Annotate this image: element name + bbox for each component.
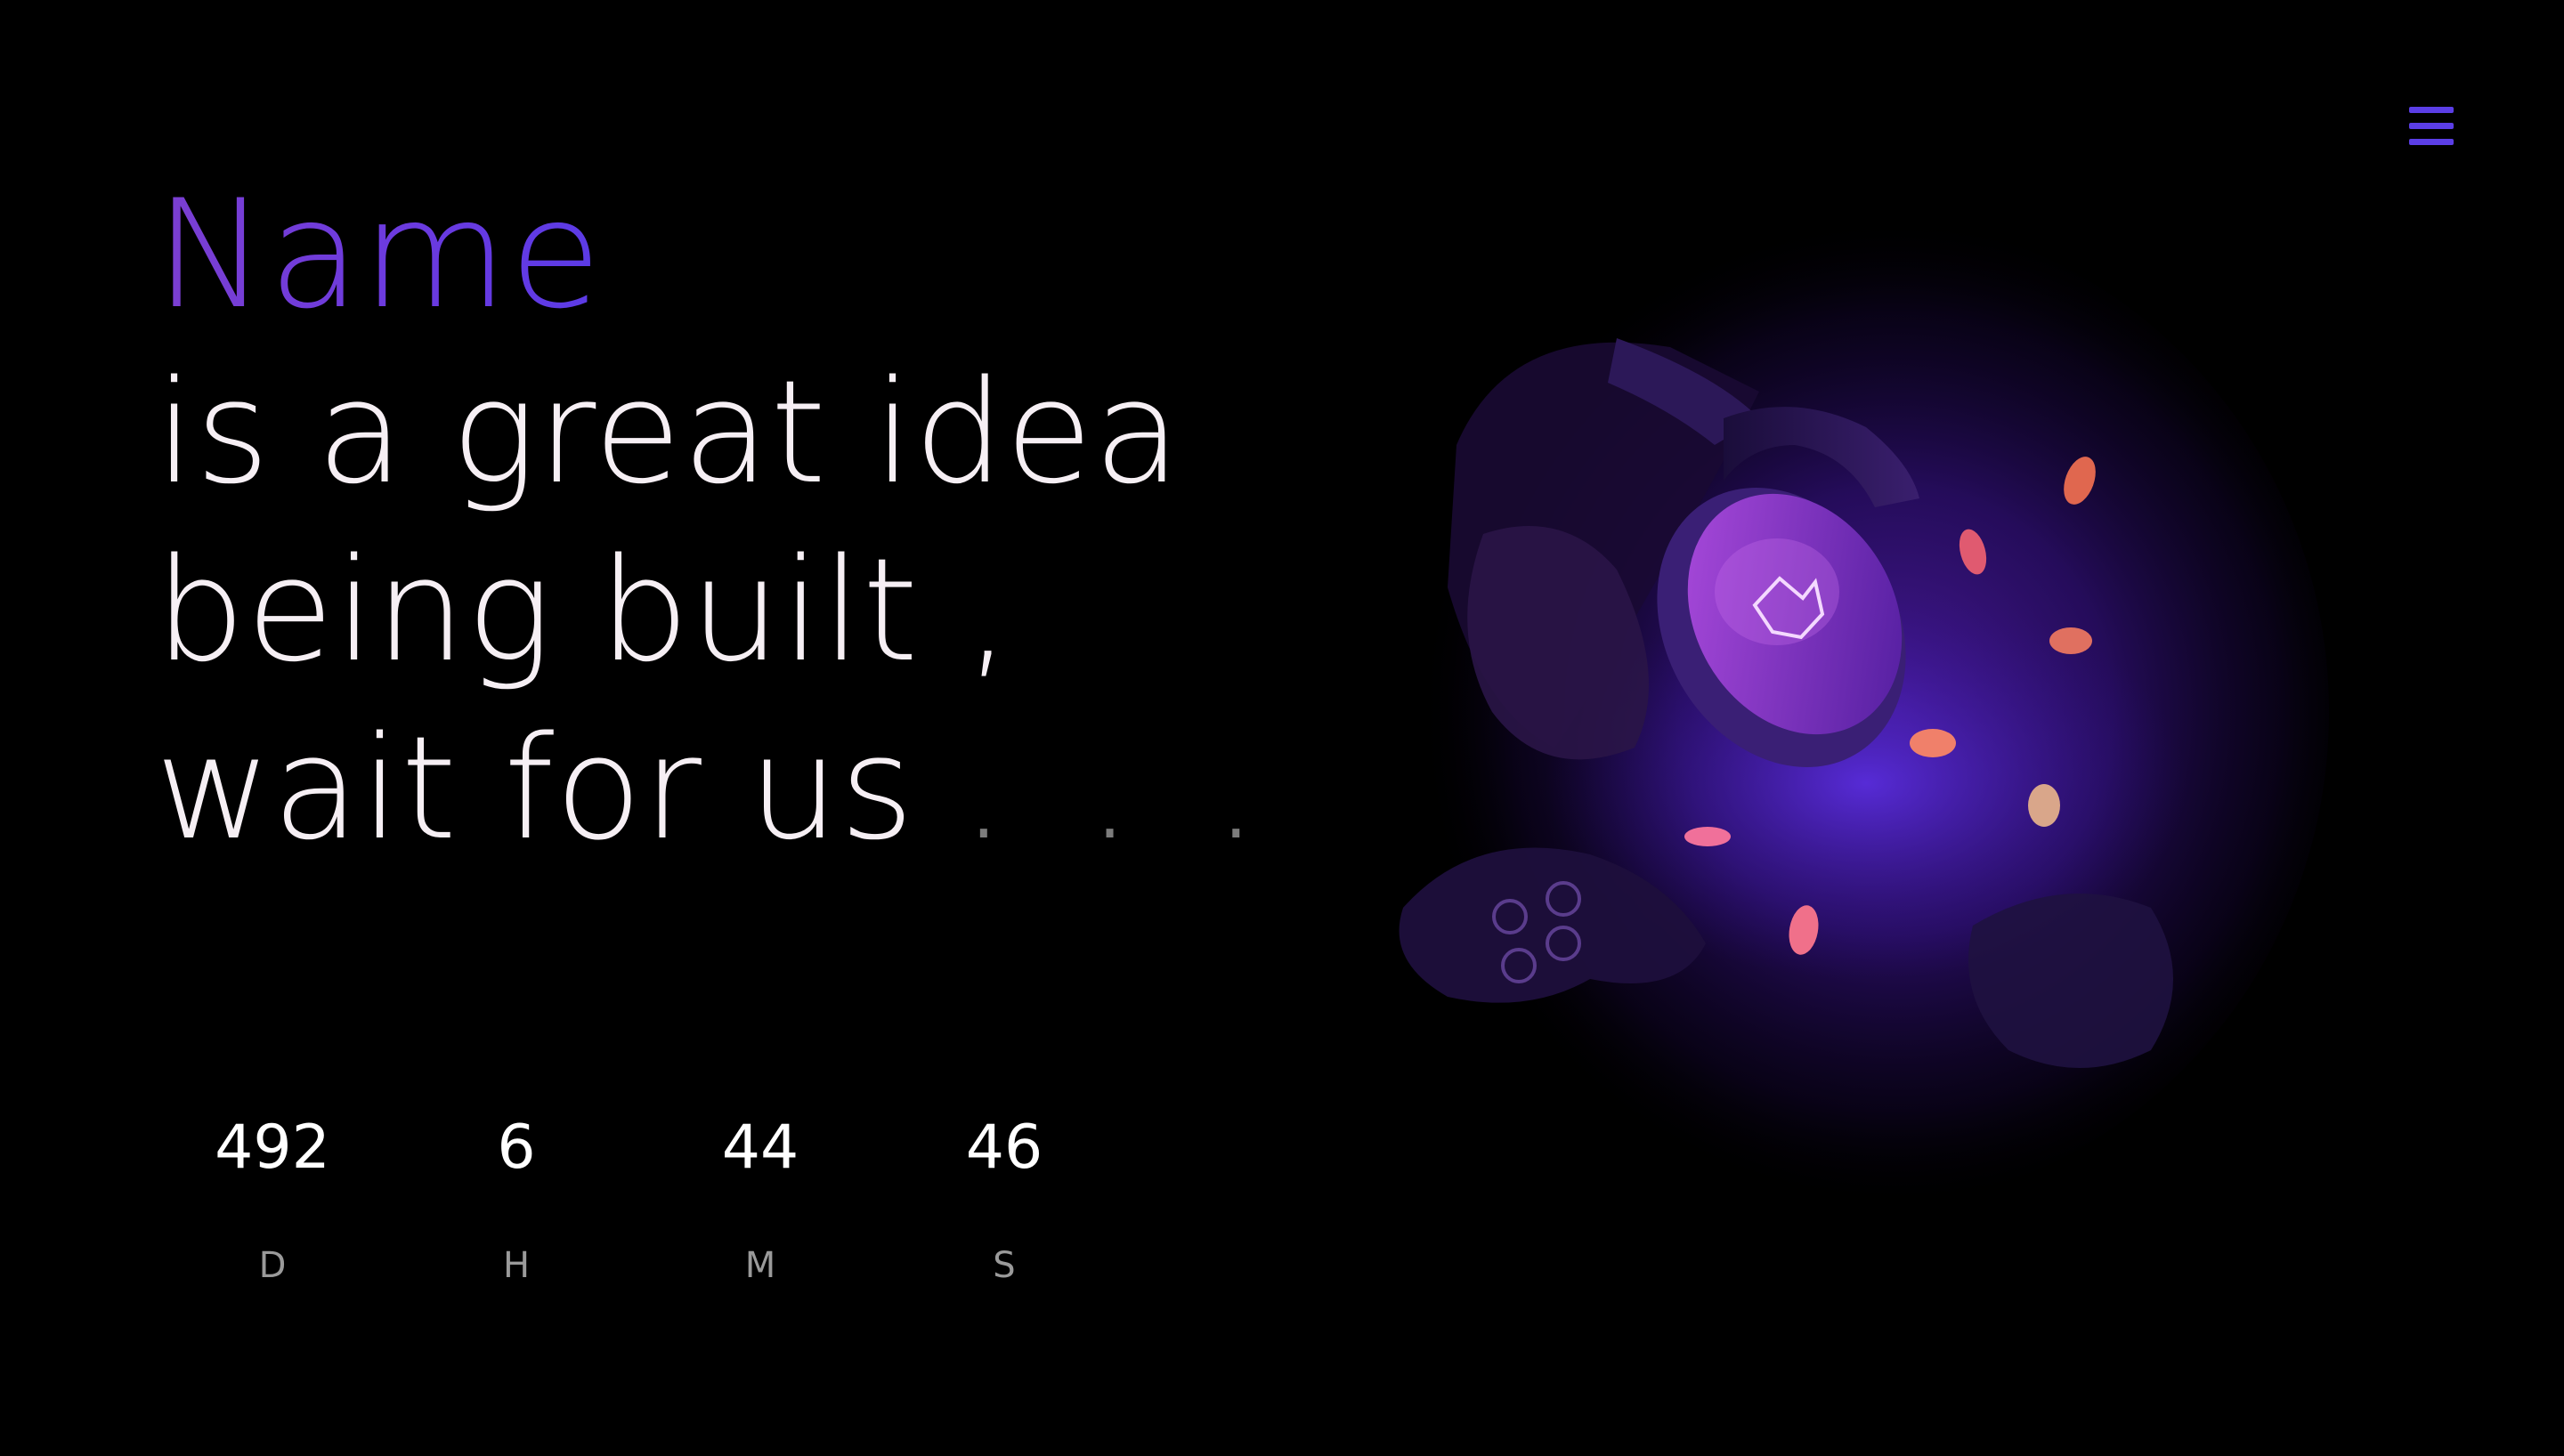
menu-button[interactable]	[2406, 104, 2456, 149]
headline-line-3-text: wait for us	[155, 705, 915, 871]
hamburger-menu-icon-bar	[2409, 139, 2454, 145]
hero-image	[1367, 214, 2329, 1210]
countdown-seconds-value: 46	[965, 1112, 1043, 1183]
countdown-minutes: 44 M	[662, 1104, 858, 1292]
headline-line-3: wait for us . . .	[155, 700, 1312, 878]
headline-line-2: being built ,	[155, 527, 1012, 693]
loading-dots: . . .	[961, 705, 1277, 871]
countdown-days-value: 492	[215, 1112, 330, 1183]
countdown-seconds: 46 S	[906, 1104, 1102, 1292]
countdown-hours-label: H	[502, 1245, 531, 1286]
headline-line-1: is a great idea	[155, 349, 1182, 515]
countdown-hours: 6 H	[418, 1104, 614, 1292]
countdown-days: 492 D	[174, 1104, 370, 1292]
countdown-days-label: D	[258, 1245, 287, 1286]
countdown-timer: 492 D 6 H 44 M 46 S	[174, 1104, 1100, 1317]
countdown-minutes-value: 44	[721, 1112, 799, 1183]
countdown-seconds-label: S	[993, 1245, 1016, 1286]
hamburger-menu-icon	[2409, 107, 2454, 113]
brand-name: Name	[155, 167, 604, 342]
page-headline: Name is a great idea being built , wait …	[155, 166, 1312, 878]
countdown-hours-value: 6	[497, 1112, 536, 1183]
countdown-minutes-label: M	[744, 1245, 776, 1286]
hamburger-menu-icon-bar	[2409, 123, 2454, 129]
